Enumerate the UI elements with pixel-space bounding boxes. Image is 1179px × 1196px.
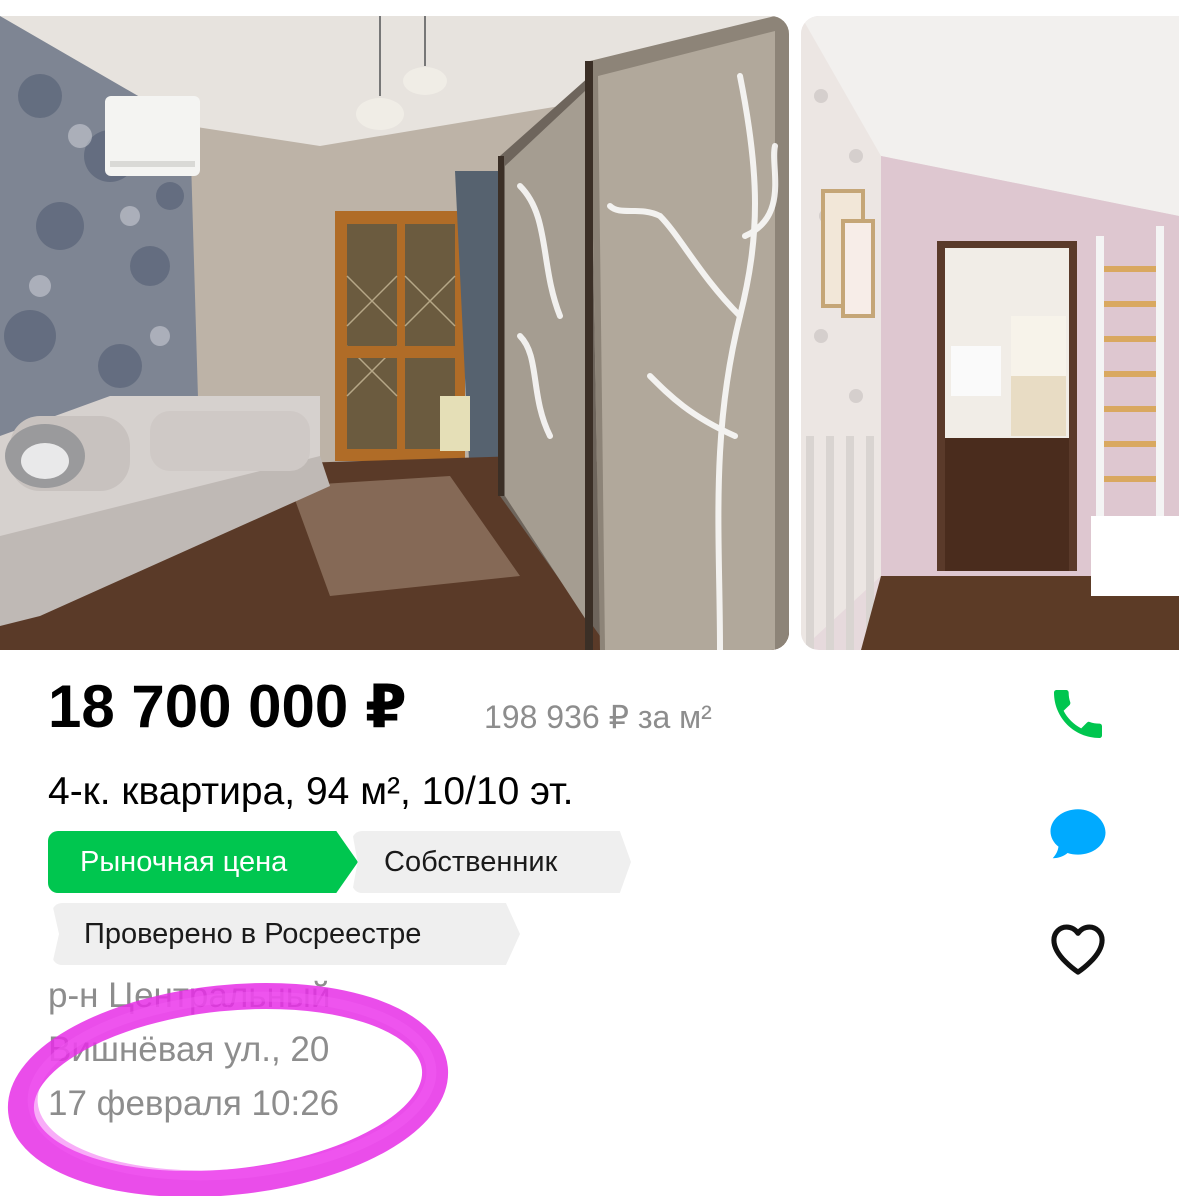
phone-icon xyxy=(1054,690,1102,738)
favorite-button[interactable] xyxy=(1036,906,1120,990)
price: 18 700 000 ₽ xyxy=(48,673,407,740)
listing-photo-living-room[interactable] xyxy=(0,16,789,650)
price-per-square-meter: 198 936 ₽ за м² xyxy=(484,699,712,735)
heart-icon xyxy=(1051,924,1105,975)
photo-gallery[interactable] xyxy=(0,16,1179,650)
listing-title[interactable]: 4-к. квартира, 94 м², 10/10 эт. xyxy=(48,770,574,814)
chat-button[interactable] xyxy=(1036,792,1120,876)
chat-bubble-icon xyxy=(1050,809,1106,859)
owner-badge[interactable]: Собственник xyxy=(352,831,631,893)
district: р-н Центральный xyxy=(48,976,331,1015)
living-room-photo xyxy=(0,16,789,650)
rosreestr-verified-badge[interactable]: Проверено в Росреестре xyxy=(52,903,520,965)
nursery-photo xyxy=(801,16,1179,650)
address: Вишнёвая ул., 20 xyxy=(48,1030,330,1069)
call-button[interactable] xyxy=(1036,672,1120,756)
listing-photo-nursery[interactable] xyxy=(801,16,1179,650)
publish-date: 17 февраля 10:26 xyxy=(48,1084,340,1123)
market-price-badge[interactable]: Рыночная цена xyxy=(48,831,358,893)
